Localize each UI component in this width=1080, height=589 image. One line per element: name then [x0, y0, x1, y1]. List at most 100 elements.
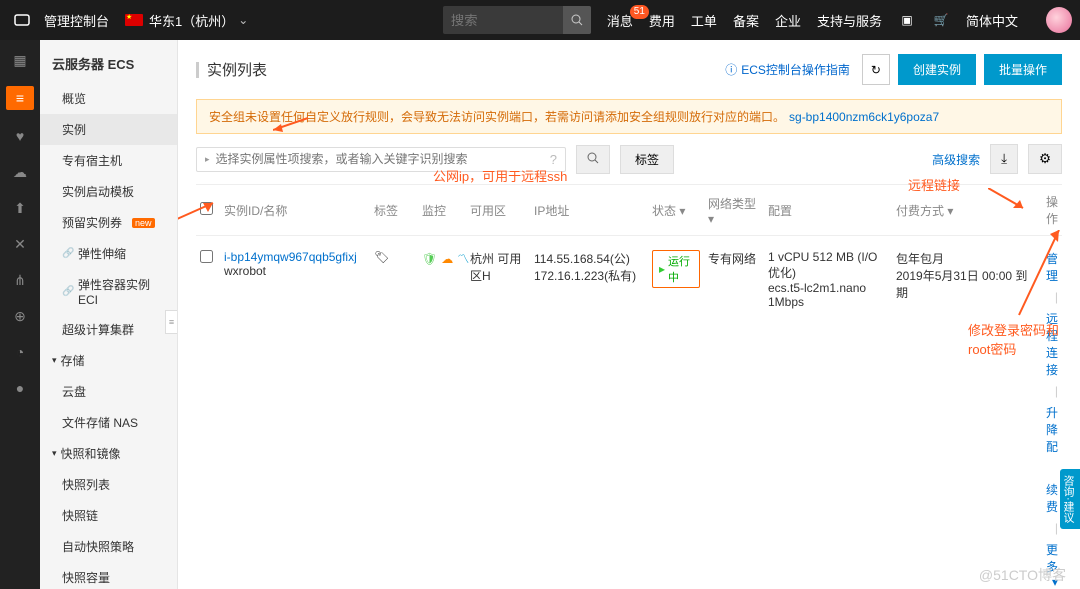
filter-input[interactable] — [216, 152, 550, 166]
sidebar-item-ess[interactable]: 🔗弹性伸缩 — [40, 238, 177, 269]
nav-billing[interactable]: 费用 — [649, 11, 675, 30]
sidebar-group-snapshot[interactable]: ▾快照和镜像 — [40, 438, 177, 469]
private-ip: 172.16.1.223(私有) — [534, 267, 644, 284]
sidebar-item-overview[interactable]: 概览 — [40, 83, 177, 114]
alert-link[interactable]: sg-bp1400nzm6ck1y6poza7 — [789, 110, 939, 124]
rail-item[interactable]: ♥ — [10, 126, 30, 146]
help-icon[interactable]: ? — [550, 152, 557, 167]
row-checkbox[interactable] — [200, 250, 213, 263]
top-bar: 管理控制台 华东1（杭州） ⌄ 消息51 费用 工单 备案 企业 支持与服务 ▣… — [0, 0, 1080, 40]
table-row: i-bp14ymqw967qqb5gfixj wxrobot 🏷 🛡 ☁ 〽 杭… — [196, 236, 1062, 589]
sidebar-item-launch-tpl[interactable]: 实例启动模板 — [40, 176, 177, 207]
chevron-down-icon: ⌄ — [238, 13, 248, 27]
rail-item[interactable]: ✕ — [10, 234, 30, 254]
instance-name: wxrobot — [224, 264, 366, 278]
cart-icon[interactable]: 🛒 — [932, 11, 950, 29]
filter-search[interactable]: ▸ ? — [196, 147, 566, 172]
col-status[interactable]: 状态 ▾ — [648, 202, 704, 219]
caret-down-icon: ▾ — [52, 448, 57, 459]
rail-item[interactable]: ☁ — [10, 162, 30, 182]
col-tag: 标签 — [370, 202, 418, 219]
product-title: 云服务器 ECS — [40, 40, 177, 83]
rail-item[interactable]: ◔ — [10, 342, 30, 362]
status-badge: ▸运行中 — [652, 250, 700, 288]
nav-support[interactable]: 支持与服务 — [817, 11, 882, 30]
new-badge: new — [132, 218, 155, 228]
nav-messages[interactable]: 消息51 — [607, 11, 633, 30]
sidebar-item-reserved[interactable]: 预留实例券new — [40, 207, 177, 238]
create-instance-button[interactable]: 创建实例 — [898, 54, 976, 85]
nav-filing[interactable]: 备案 — [733, 11, 759, 30]
pay-type: 包年包月 — [896, 250, 1038, 267]
watermark: @51CTO博客 — [979, 565, 1066, 585]
sidebar-item-nas[interactable]: 文件存储 NAS — [40, 407, 177, 438]
caret-down-icon: ▾ — [52, 355, 57, 366]
page-title: 实例列表 — [207, 59, 725, 80]
product-rail: ▦ ≡ ♥ ☁ ⬆ ✕ ⋔ ⊕ ◔ ● — [0, 40, 40, 589]
rail-item[interactable]: ● — [10, 378, 30, 398]
main-content: 实例列表 ⓘECS控制台操作指南 ↻ 创建实例 批量操作 安全组未设置任何自定义… — [178, 40, 1080, 589]
public-ip: 114.55.168.54(公) — [534, 250, 644, 267]
search-submit-button[interactable] — [576, 145, 610, 174]
sidebar-item-supercluster[interactable]: 超级计算集群 — [40, 314, 177, 345]
rail-item[interactable]: ⊕ — [10, 306, 30, 326]
advanced-search-link[interactable]: 高级搜索 — [932, 151, 980, 168]
dropdown-icon: ▸ — [205, 154, 210, 165]
play-icon: ▸ — [659, 262, 665, 276]
sidebar-item-snapshot-chain[interactable]: 快照链 — [40, 500, 177, 531]
tag-icon[interactable]: 🏷 — [374, 250, 389, 264]
sidebar: 云服务器 ECS 概览 实例 专有宿主机 实例启动模板 预留实例券new 🔗弹性… — [40, 40, 178, 589]
security-alert: 安全组未设置任何自定义放行规则，会导致无法访问实例端口，若需访问请添加安全组规则… — [196, 99, 1062, 134]
op-manage[interactable]: 管理 — [1046, 250, 1058, 284]
col-config: 配置 — [764, 202, 892, 219]
op-remote[interactable]: 远程连接 — [1046, 310, 1058, 378]
logo-icon[interactable] — [8, 6, 36, 34]
col-ops: 操作 — [1042, 193, 1062, 227]
settings-button[interactable]: ⚙ — [1028, 144, 1062, 174]
op-upgrade[interactable]: 升降配 — [1046, 404, 1058, 455]
pay-expiry: 2019年5月31日 00:00 到期 — [896, 267, 1038, 301]
cloud-icon[interactable]: ☁ — [441, 252, 453, 266]
link-icon: 🔗 — [62, 248, 72, 259]
instance-nettype: 专有网络 — [704, 250, 764, 267]
op-renew[interactable]: 续费 — [1046, 481, 1058, 515]
sidebar-item-snapshot-cap[interactable]: 快照容量 — [40, 562, 177, 589]
rail-item[interactable]: ⋔ — [10, 270, 30, 290]
global-search[interactable] — [443, 6, 591, 34]
table-header: 实例ID/名称 标签 监控 可用区 IP地址 状态 ▾ 网络类型 ▾ 配置 付费… — [196, 184, 1062, 236]
rail-item[interactable]: ▦ — [10, 50, 30, 70]
bulk-ops-button[interactable]: 批量操作 — [984, 54, 1062, 85]
export-button[interactable]: ⤓ — [990, 144, 1018, 174]
sidebar-group-storage[interactable]: ▾存储 — [40, 345, 177, 376]
tags-button[interactable]: 标签 — [620, 145, 674, 174]
col-nettype[interactable]: 网络类型 ▾ — [704, 195, 764, 226]
instance-config-1: 1 vCPU 512 MB (I/O优化) — [768, 250, 888, 281]
col-pay[interactable]: 付费方式 ▾ — [892, 202, 1042, 219]
sidebar-item-dedicated[interactable]: 专有宿主机 — [40, 145, 177, 176]
rail-item[interactable]: ⬆ — [10, 198, 30, 218]
avatar[interactable] — [1046, 7, 1072, 33]
terminal-icon[interactable]: ▣ — [898, 11, 916, 29]
region-selector[interactable]: 华东1（杭州） — [149, 11, 234, 30]
search-input[interactable] — [443, 7, 563, 34]
refresh-button[interactable]: ↻ — [862, 54, 890, 85]
nav-lang[interactable]: 简体中文 — [966, 11, 1018, 30]
select-all-checkbox[interactable] — [200, 202, 213, 215]
instance-id-link[interactable]: i-bp14ymqw967qqb5gfixj — [224, 250, 366, 264]
sidebar-collapse-icon[interactable]: ≡ — [165, 310, 177, 334]
nav-enterprise[interactable]: 企业 — [775, 11, 801, 30]
guide-link[interactable]: ⓘECS控制台操作指南 — [725, 61, 850, 78]
sidebar-item-eci[interactable]: 🔗弹性容器实例 ECI — [40, 269, 177, 314]
sidebar-item-disk[interactable]: 云盘 — [40, 376, 177, 407]
rail-item-active[interactable]: ≡ — [6, 86, 34, 110]
feedback-tab[interactable]: 咨询·建议 — [1060, 469, 1080, 529]
col-monitor: 监控 — [418, 202, 466, 219]
col-ip: IP地址 — [530, 202, 648, 219]
sidebar-item-snapshot-list[interactable]: 快照列表 — [40, 469, 177, 500]
nav-ticket[interactable]: 工单 — [691, 11, 717, 30]
search-button[interactable] — [563, 6, 591, 34]
shield-icon[interactable]: 🛡 — [422, 252, 437, 266]
console-title: 管理控制台 — [44, 11, 109, 30]
sidebar-item-auto-snapshot[interactable]: 自动快照策略 — [40, 531, 177, 562]
sidebar-item-instance[interactable]: 实例 — [40, 114, 177, 145]
